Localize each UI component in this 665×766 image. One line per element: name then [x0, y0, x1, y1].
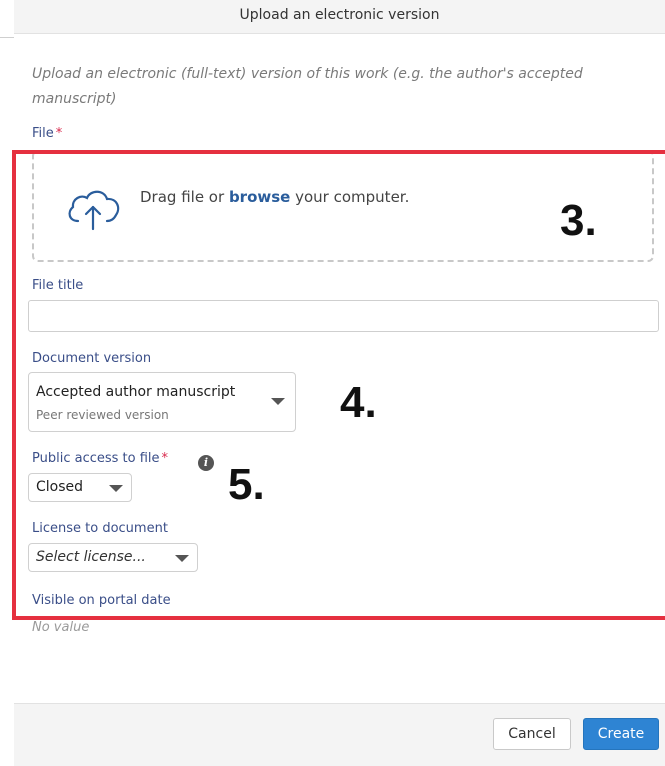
intro-text: Upload an electronic (full-text) version… — [32, 66, 583, 107]
divider — [0, 37, 14, 38]
dialog-title: Upload an electronic version — [239, 7, 440, 23]
required-mark: * — [55, 126, 63, 141]
highlight-box — [12, 150, 665, 620]
cancel-button[interactable]: Cancel — [493, 718, 571, 750]
file-label-text: File — [32, 126, 54, 141]
create-button[interactable]: Create — [583, 718, 659, 750]
visible-date-value: No value — [32, 620, 90, 635]
dialog-header: Upload an electronic version — [14, 0, 665, 34]
file-label: File * — [32, 126, 62, 141]
